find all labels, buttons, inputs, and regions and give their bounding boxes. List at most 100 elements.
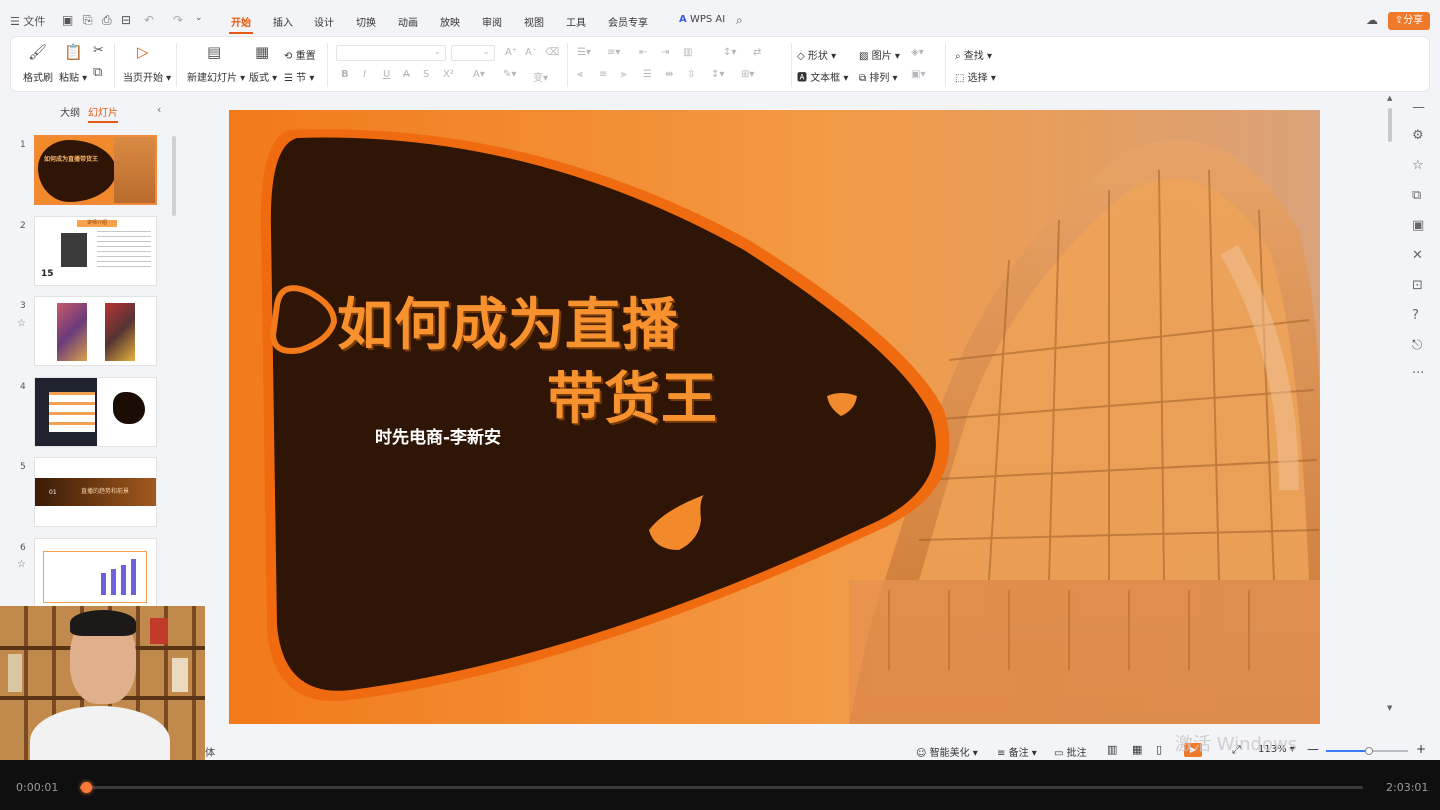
tab-view[interactable]: 视图	[524, 14, 544, 29]
superscript-icon[interactable]: X²	[443, 69, 454, 80]
char-spacing-icon[interactable]: 变▾	[533, 69, 548, 84]
fill-icon[interactable]: ◈▾	[911, 47, 924, 58]
redo-icon[interactable]: ↷	[173, 13, 183, 27]
layout-icon[interactable]: ⊡	[1412, 278, 1423, 293]
shape-button[interactable]: ◇ 形状 ▾	[797, 47, 836, 62]
scroll-down-icon[interactable]: ▼	[1387, 704, 1392, 712]
copy-icon[interactable]: ⧉	[93, 65, 102, 80]
underline-icon[interactable]: U	[383, 69, 390, 80]
paragraph-spacing-icon[interactable]: ⊞▾	[741, 69, 754, 80]
tab-insert[interactable]: 插入	[273, 14, 293, 29]
tab-review[interactable]: 审阅	[482, 14, 502, 29]
outdent-icon[interactable]: ⇤	[639, 47, 647, 58]
slide-title-line1[interactable]: 如何成为直播	[337, 280, 679, 361]
print-icon[interactable]: ⎙	[102, 13, 112, 28]
preview-icon[interactable]: ⊟	[121, 13, 131, 27]
help-icon[interactable]: ?	[1412, 308, 1419, 323]
copy-icon[interactable]: ⧉	[1412, 188, 1421, 203]
slide-canvas[interactable]: 如何成为直播 带货王 时先电商-李新安	[229, 110, 1320, 724]
minimize-panel-icon[interactable]: —	[1412, 100, 1425, 115]
outline-icon[interactable]: ▣▾	[911, 69, 925, 80]
tab-animation[interactable]: 动画	[398, 14, 418, 29]
select-button[interactable]: ⬚ 选择 ▾	[955, 69, 996, 84]
normal-view-icon[interactable]: ▥	[1107, 743, 1117, 756]
slide-thumb-4[interactable]	[34, 377, 157, 447]
slide-thumb-6[interactable]	[34, 538, 157, 608]
align-left-icon[interactable]: ⫷	[577, 69, 583, 80]
indent-icon[interactable]: ⇥	[661, 47, 669, 58]
progress-handle[interactable]	[81, 782, 92, 793]
tab-tools[interactable]: 工具	[566, 14, 586, 29]
zoom-out-icon[interactable]: —	[1307, 742, 1319, 756]
zoom-level[interactable]: 113% ▾	[1258, 744, 1295, 755]
notes-button[interactable]: ≡ 备注 ▾	[997, 744, 1037, 759]
search-icon[interactable]: ⌕	[736, 13, 743, 28]
tab-outline[interactable]: 大纲	[60, 104, 80, 119]
zoom-slider[interactable]	[1326, 747, 1408, 755]
zoom-in-icon[interactable]: +	[1416, 742, 1426, 756]
italic-icon[interactable]: I	[363, 69, 366, 80]
fit-icon[interactable]: ⤢	[1232, 743, 1241, 757]
find-button[interactable]: ⌕ 查找 ▾	[955, 47, 992, 62]
tools-icon[interactable]: ✕	[1412, 248, 1423, 263]
slideshow-play-icon[interactable]: ▶	[1184, 743, 1202, 757]
line-spacing-icon[interactable]: ↕▾	[711, 69, 724, 80]
justify-icon[interactable]: ☰	[643, 69, 652, 80]
slide-subtitle[interactable]: 时先电商-李新安	[375, 423, 501, 448]
arrange-button[interactable]: ⧉ 排列 ▾	[859, 69, 898, 84]
tab-member[interactable]: 会员专享	[608, 14, 648, 29]
reading-view-icon[interactable]: ▯	[1156, 743, 1162, 756]
more-dropdown-icon[interactable]: ⌄	[195, 13, 203, 23]
panel-scrollbar[interactable]	[172, 136, 176, 216]
comment-button[interactable]: ▭ 批注	[1054, 744, 1087, 759]
share-button[interactable]: ⇪分享	[1388, 12, 1430, 30]
share-link-icon[interactable]: ⎋	[1412, 338, 1422, 353]
align-center-icon[interactable]: ≡	[599, 69, 607, 80]
more-icon[interactable]: ···	[1412, 366, 1424, 381]
star-icon[interactable]: ☆	[1412, 158, 1424, 173]
file-menu[interactable]: ☰ 文件	[10, 13, 45, 29]
slide-thumb-2[interactable]: 讲师介绍 15	[34, 216, 157, 286]
cloud-icon[interactable]: ☁	[1366, 13, 1378, 27]
slide-thumb-5[interactable]: 01 直播的趋势和前景	[34, 457, 157, 527]
tab-home[interactable]: 开始	[229, 14, 253, 34]
save-icon[interactable]: ▣	[62, 13, 73, 27]
tab-transition[interactable]: 切换	[356, 14, 376, 29]
tab-slideshow[interactable]: 放映	[440, 14, 460, 29]
font-name-select[interactable]: ⌄	[336, 45, 446, 61]
new-slide-button[interactable]: 新建幻灯片 ▾	[187, 69, 245, 84]
grid-view-icon[interactable]: ▦	[1132, 743, 1142, 756]
undo-icon[interactable]: ↶	[144, 13, 154, 27]
slide-title-line2[interactable]: 带货王	[547, 354, 718, 435]
collapse-panel-icon[interactable]: ‹	[157, 103, 161, 116]
column-icon[interactable]: ▥	[683, 47, 692, 58]
vertical-scrollbar[interactable]: ▲ ▼	[1384, 94, 1396, 738]
vertical-align-icon[interactable]: ⇳	[687, 69, 695, 80]
increase-font-icon[interactable]: A⁺	[505, 47, 517, 58]
font-size-select[interactable]: ⌄	[451, 45, 495, 61]
paste-button[interactable]: 粘贴 ▾	[59, 69, 87, 84]
reset-button[interactable]: ⟲ 重置	[284, 47, 316, 62]
text-direction-icon[interactable]: ↕▾	[723, 47, 736, 58]
shadow-icon[interactable]: S	[423, 69, 429, 80]
cut-icon[interactable]: ✂	[93, 43, 104, 58]
bold-icon[interactable]: B	[341, 69, 349, 80]
distribute-icon[interactable]: ⇹	[665, 69, 673, 80]
scroll-up-icon[interactable]: ▲	[1387, 94, 1392, 102]
strikethrough-icon[interactable]: A	[403, 69, 410, 80]
export-icon[interactable]: ⎘	[83, 13, 93, 28]
picture-button[interactable]: ▨ 图片 ▾	[859, 47, 900, 62]
highlight-icon[interactable]: ✎▾	[503, 69, 516, 80]
align-right-icon[interactable]: ⫸	[621, 69, 627, 80]
wps-ai-button[interactable]: A WPS AI	[679, 14, 725, 25]
slide-thumb-1[interactable]: 如何成为直播带货王	[34, 135, 157, 205]
tab-design[interactable]: 设计	[314, 14, 334, 29]
slide-thumb-3[interactable]	[34, 296, 157, 366]
zoom-slider-handle[interactable]	[1365, 747, 1373, 755]
format-painter-button[interactable]: 格式刷	[23, 69, 53, 84]
decrease-font-icon[interactable]: A⁻	[525, 47, 537, 58]
section-button[interactable]: ☰ 节 ▾	[284, 69, 314, 84]
layout-button[interactable]: 版式 ▾	[249, 69, 277, 84]
font-color-icon[interactable]: A▾	[473, 69, 485, 80]
textbox-button[interactable]: 🅰 文本框 ▾	[797, 69, 848, 84]
